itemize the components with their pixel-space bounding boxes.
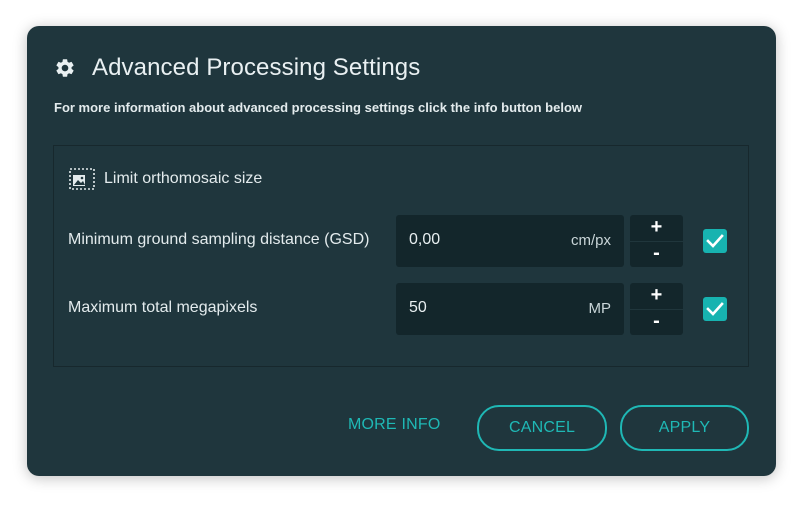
gsd-value: 0,00: [409, 231, 441, 248]
megapixels-label: Maximum total megapixels: [68, 299, 258, 316]
megapixels-input[interactable]: 50 MP: [396, 283, 624, 335]
section-label: Limit orthomosaic size: [104, 170, 263, 187]
checkmark-icon: [706, 302, 724, 316]
megapixels-stepper: + -: [630, 283, 683, 335]
apply-button[interactable]: APPLY: [620, 405, 749, 451]
megapixels-checkbox[interactable]: [703, 297, 727, 321]
dialog-subtitle: For more information about advanced proc…: [54, 100, 582, 115]
megapixels-value: 50: [409, 299, 427, 316]
cancel-button[interactable]: CANCEL: [477, 405, 607, 451]
megapixels-increment-button[interactable]: +: [630, 282, 683, 308]
gsd-label: Minimum ground sampling distance (GSD): [68, 231, 370, 248]
gsd-input[interactable]: 0,00 cm/px: [396, 215, 624, 267]
gear-icon: [54, 57, 76, 79]
gsd-checkbox[interactable]: [703, 229, 727, 253]
section-header: Limit orthomosaic size: [69, 168, 262, 190]
image-crop-icon: [69, 168, 95, 190]
megapixels-row: Maximum total megapixels 50 MP + -: [54, 283, 748, 335]
gsd-stepper: + -: [630, 215, 683, 267]
more-info-button[interactable]: MORE INFO: [348, 416, 440, 434]
advanced-processing-dialog: Advanced Processing Settings For more in…: [27, 26, 776, 476]
gsd-decrement-button[interactable]: -: [630, 241, 683, 268]
gsd-row: Minimum ground sampling distance (GSD) 0…: [54, 215, 748, 267]
gsd-increment-button[interactable]: +: [630, 214, 683, 240]
megapixels-decrement-button[interactable]: -: [630, 309, 683, 336]
checkmark-icon: [706, 234, 724, 248]
gsd-unit: cm/px: [570, 232, 611, 249]
dialog-header: Advanced Processing Settings: [54, 54, 420, 82]
megapixels-unit: MP: [588, 300, 612, 317]
orthomosaic-settings-panel: Limit orthomosaic size Minimum ground sa…: [53, 145, 749, 367]
dialog-title: Advanced Processing Settings: [92, 54, 421, 81]
